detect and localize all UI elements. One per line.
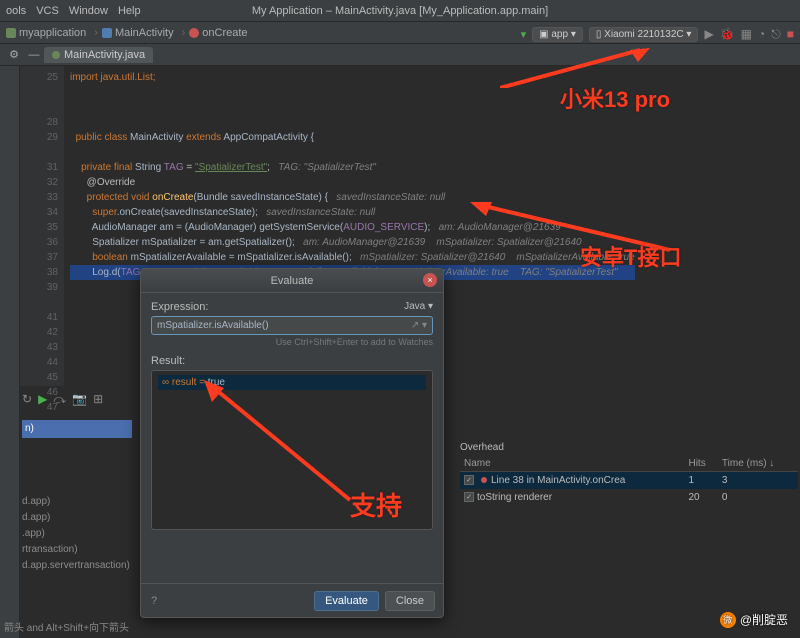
table-row[interactable]: ✓toString renderer 200 xyxy=(460,489,798,506)
close-icon[interactable]: × xyxy=(423,273,437,287)
breadcrumb-method[interactable]: onCreate xyxy=(202,27,247,39)
chevron-right-icon: › xyxy=(94,27,98,39)
checkbox-icon[interactable]: ✓ xyxy=(464,475,474,485)
weibo-icon: 微 xyxy=(720,612,736,628)
debug-toolbar: ↻ ▶ ⤼ 📷 ⊞ xyxy=(22,392,103,407)
profile-icon[interactable]: ◔ xyxy=(758,27,765,41)
result-row: ∞ result = true xyxy=(158,375,426,390)
expand-icon[interactable]: ↗ ▾ xyxy=(411,320,427,331)
frames-panel[interactable]: n) d.app) d.app) .app) rtransaction) d.a… xyxy=(22,420,132,574)
hint-text: Use Ctrl+Shift+Enter to add to Watches xyxy=(151,337,433,347)
resume-icon[interactable]: ▶ xyxy=(38,392,47,407)
dialog-titlebar[interactable]: Evaluate × xyxy=(141,269,443,293)
gear-icon[interactable]: ⚙ xyxy=(4,48,24,61)
evaluate-dialog[interactable]: Evaluate × Expression: Java ▾ mSpatializ… xyxy=(140,268,444,618)
menu-window[interactable]: Window xyxy=(69,5,108,17)
run-config-combo[interactable]: ▣ app ▾ xyxy=(532,27,583,42)
annotation-support: 支持 xyxy=(350,486,402,523)
tab-filename: MainActivity.java xyxy=(64,49,145,61)
help-icon[interactable]: ? xyxy=(151,595,157,607)
stop-icon[interactable]: ■ xyxy=(787,27,794,41)
result-label: Result: xyxy=(151,355,433,367)
overhead-title: Overhead xyxy=(460,442,798,453)
debug-icon[interactable]: 🐞 xyxy=(720,27,735,41)
frame-item: d.app) xyxy=(22,494,132,510)
overhead-panel: Overhead NameHitsTime (ms) ↓ ✓Line 38 in… xyxy=(460,442,798,506)
window-title: My Application – MainActivity.java [My_A… xyxy=(252,5,548,17)
left-tool-strip: ion9 xyxy=(0,66,20,638)
expression-input[interactable]: mSpatializer.isAvailable()↗ ▾ xyxy=(151,316,433,335)
checkbox-icon[interactable]: ✓ xyxy=(464,492,474,502)
class-icon xyxy=(102,28,112,38)
dialog-title: Evaluate xyxy=(271,275,314,287)
frame-item: rtransaction) xyxy=(22,542,132,558)
build-icon[interactable]: ▾ xyxy=(521,28,527,41)
gutter[interactable]: 25 2829 313233 343536 3738 3941 424344 4… xyxy=(20,66,64,386)
java-file-icon xyxy=(52,51,60,59)
breadcrumb-package[interactable]: myapplication xyxy=(19,27,86,39)
layout-icon[interactable]: ⊞ xyxy=(93,392,103,407)
expression-label: Expression: xyxy=(151,301,208,313)
frame-item: d.app) xyxy=(22,510,132,526)
device-combo[interactable]: ▯ Xiaomi 2210132C ▾ xyxy=(589,27,699,42)
run-icon[interactable]: ▶ xyxy=(704,27,713,41)
chevron-right-icon: › xyxy=(182,27,186,39)
breakpoint-dot-icon xyxy=(481,477,487,483)
menu-vcs[interactable]: VCS xyxy=(36,5,59,17)
hide-icon[interactable]: — xyxy=(24,49,44,61)
evaluate-icon[interactable]: 📷 xyxy=(72,392,87,407)
breadcrumb-class[interactable]: MainActivity xyxy=(115,27,174,39)
breakpoint-icon[interactable]: 38 xyxy=(20,265,58,280)
project-tool-label[interactable]: ion9 xyxy=(0,142,3,161)
lang-combo[interactable]: Java ▾ xyxy=(404,301,433,312)
status-bar-hint: 箭头 and Alt+Shift+向下箭头 xyxy=(4,619,129,634)
main-menu-bar: ools VCS Window Help My Application – Ma… xyxy=(0,0,800,22)
run-toolbar: ▾ ▣ app ▾ ▯ Xiaomi 2210132C ▾ ▶ 🐞 ▦ ◔ ⎋ … xyxy=(521,24,794,44)
editor-tab-mainactivity[interactable]: MainActivity.java xyxy=(44,47,153,63)
annotation-api: 安卓T接口 xyxy=(580,240,681,272)
method-icon xyxy=(189,28,199,38)
frame-item: .app) xyxy=(22,526,132,542)
table-row[interactable]: ✓Line 38 in MainActivity.onCrea 13 xyxy=(460,472,798,490)
frame-item: d.app.servertransaction) xyxy=(22,558,132,574)
editor-tabs: ⚙ — MainActivity.java xyxy=(0,44,800,66)
frame-selected: n) xyxy=(22,420,132,438)
overhead-table: NameHitsTime (ms) ↓ ✓Line 38 in MainActi… xyxy=(460,456,798,506)
rerun-icon[interactable]: ↻ xyxy=(22,392,32,407)
annotation-device: 小米13 pro xyxy=(560,82,670,114)
coverage-icon[interactable]: ▦ xyxy=(741,27,752,41)
weibo-watermark: 微 @削腚恶 xyxy=(720,611,788,628)
evaluate-button[interactable]: Evaluate xyxy=(314,591,379,611)
menu-tools[interactable]: ools xyxy=(6,5,26,17)
close-button[interactable]: Close xyxy=(385,591,435,611)
step-over-icon[interactable]: ⤼ xyxy=(53,392,66,407)
package-icon xyxy=(6,28,16,38)
menu-help[interactable]: Help xyxy=(118,5,141,17)
attach-icon[interactable]: ⎋ xyxy=(771,27,781,42)
